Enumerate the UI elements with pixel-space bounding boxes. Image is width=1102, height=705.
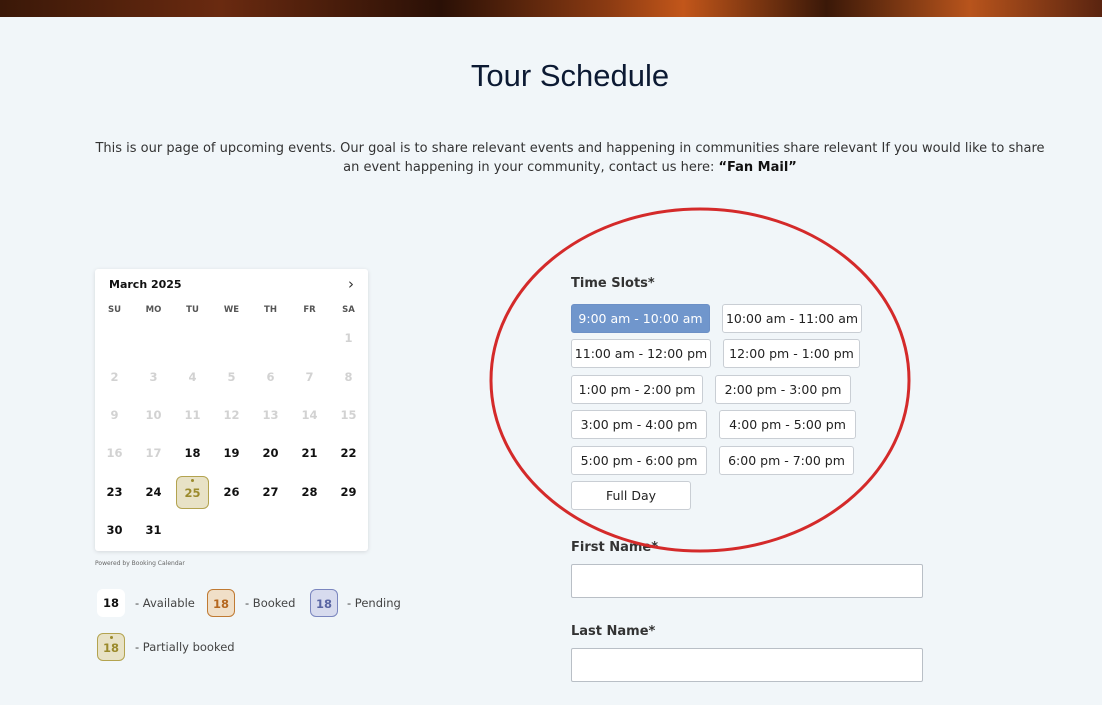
legend-partial-label: - Partially booked	[135, 640, 235, 654]
time-slot-full-day-button[interactable]: Full Day	[571, 481, 691, 510]
powered-by-text: Powered by Booking Calendar	[95, 560, 185, 567]
calendar-day[interactable]: 21	[290, 441, 329, 465]
calendar-day: 9	[110, 408, 119, 422]
time-slot-button[interactable]: 1:00 pm - 2:00 pm	[571, 375, 703, 404]
calendar-day: 8	[344, 370, 353, 384]
legend-available-label: - Available	[135, 596, 195, 610]
booking-calendar: March 2025 › SU MO TU WE TH FR SA 1 2 3 …	[95, 269, 368, 551]
time-slot-button[interactable]: 12:00 pm - 1:00 pm	[723, 339, 860, 368]
calendar-day[interactable]: 23	[95, 480, 134, 504]
calendar-day: 7	[305, 370, 314, 384]
calendar-day[interactable]: 26	[212, 480, 251, 504]
calendar-day: 13	[262, 408, 279, 422]
calendar-day: 1	[344, 331, 353, 345]
weekday-fr: FR	[303, 305, 316, 315]
legend-available-swatch: 18	[97, 589, 125, 617]
calendar-day[interactable]: 19	[212, 441, 251, 465]
calendar-day: 10	[145, 408, 162, 422]
intro-paragraph: This is our page of upcoming events. Our…	[95, 139, 1045, 177]
weekday-th: TH	[264, 305, 277, 315]
calendar-month-label: March 2025	[109, 278, 182, 291]
calendar-day-number: 25	[184, 486, 201, 500]
calendar-day: 5	[227, 370, 236, 384]
weekday-we: WE	[223, 305, 240, 315]
calendar-day[interactable]: 30	[95, 518, 134, 542]
legend-booked-label: - Booked	[245, 596, 296, 610]
legend-partial-swatch: 18	[97, 633, 125, 661]
weekday-tu: TU	[186, 305, 199, 315]
calendar-day[interactable]: 27	[251, 480, 290, 504]
calendar-day[interactable]: 20	[251, 441, 290, 465]
header-banner-image	[0, 0, 1102, 17]
calendar-day: 11	[184, 408, 201, 422]
page-title: Tour Schedule	[470, 58, 670, 93]
legend-pending-label: - Pending	[347, 596, 401, 610]
time-slot-button[interactable]: 6:00 pm - 7:00 pm	[719, 446, 854, 475]
first-name-input[interactable]	[571, 564, 923, 598]
time-slot-button[interactable]: 11:00 am - 12:00 pm	[571, 339, 711, 368]
time-slots-label: Time Slots*	[571, 276, 655, 291]
last-name-input[interactable]	[571, 648, 923, 682]
calendar-day-partially-booked[interactable]: 25	[176, 476, 209, 509]
calendar-day: 15	[340, 408, 357, 422]
calendar-day[interactable]: 24	[134, 480, 173, 504]
calendar-day[interactable]: 29	[329, 480, 368, 504]
weekday-mo: MO	[145, 305, 162, 315]
time-slot-button[interactable]: 10:00 am - 11:00 am	[722, 304, 862, 333]
calendar-day: 3	[149, 370, 158, 384]
calendar-day: 12	[223, 408, 240, 422]
calendar-day[interactable]: 28	[290, 480, 329, 504]
calendar-day[interactable]: 18	[173, 441, 212, 465]
time-slot-button[interactable]: 4:00 pm - 5:00 pm	[719, 410, 856, 439]
weekday-sa: SA	[342, 305, 355, 315]
calendar-day: 6	[266, 370, 275, 384]
legend-booked-swatch: 18	[207, 589, 235, 617]
calendar-day[interactable]: 31	[134, 518, 173, 542]
calendar-day[interactable]: 22	[329, 441, 368, 465]
legend-pending-swatch: 18	[310, 589, 338, 617]
partial-dot-icon	[191, 479, 194, 482]
legend-partial-number: 18	[102, 641, 119, 655]
chevron-right-icon[interactable]: ›	[348, 275, 354, 293]
fan-mail-link[interactable]: “Fan Mail”	[718, 160, 796, 175]
weekday-su: SU	[107, 305, 122, 315]
calendar-day: 14	[301, 408, 318, 422]
partial-dot-icon	[109, 636, 113, 639]
calendar-day: 16	[106, 446, 123, 460]
time-slot-button[interactable]: 9:00 am - 10:00 am	[571, 304, 710, 333]
first-name-label: First Name*	[571, 540, 659, 555]
time-slot-button[interactable]: 3:00 pm - 4:00 pm	[571, 410, 707, 439]
calendar-day: 2	[110, 370, 119, 384]
time-slot-button[interactable]: 5:00 pm - 6:00 pm	[571, 446, 707, 475]
last-name-label: Last Name*	[571, 624, 656, 639]
calendar-day: 4	[188, 370, 197, 384]
calendar-day: 17	[145, 446, 162, 460]
time-slot-button[interactable]: 2:00 pm - 3:00 pm	[715, 375, 851, 404]
intro-text: This is our page of upcoming events. Our…	[95, 141, 1045, 175]
